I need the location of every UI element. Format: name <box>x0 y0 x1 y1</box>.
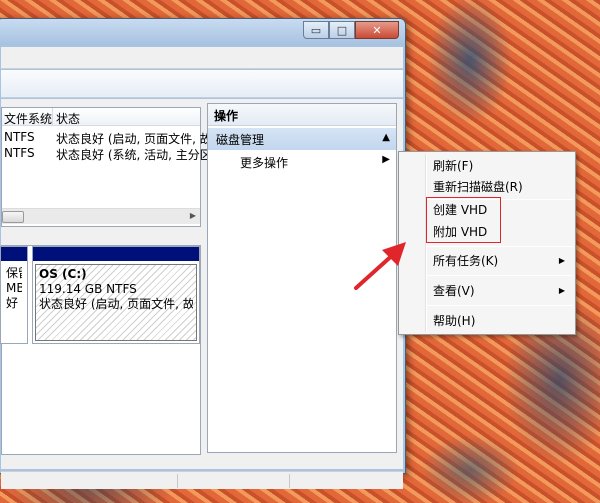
actions-section-disk-management[interactable]: 磁盘管理 ▲ <box>208 128 396 150</box>
horizontal-scrollbar[interactable]: ▶ <box>2 208 200 224</box>
menu-item-rescan-disks[interactable]: 重新扫描磁盘(R) <box>433 177 523 197</box>
menu-item-refresh[interactable]: 刷新(F) <box>433 156 473 176</box>
close-button[interactable]: ✕ <box>355 21 399 39</box>
disk-map: 保留 MB N 好 OS (C:) 119.14 GB NTFS 状态良好 (启… <box>0 245 201 455</box>
submenu-arrow-icon: ▶ <box>558 286 565 295</box>
title-bar[interactable]: ▭ □ ✕ <box>0 19 405 45</box>
partition-os-c[interactable]: OS (C:) 119.14 GB NTFS 状态良好 (启动, 页面文件, 故 <box>32 246 200 344</box>
partition-info: 保留 MB N 好 <box>3 264 25 341</box>
client-area: 文件系统 状态 NTFS 状态良好 (启动, 页面文件, 故 NTFS 状态良好… <box>0 99 403 469</box>
volume-list: 文件系统 状态 NTFS 状态良好 (启动, 页面文件, 故 NTFS 状态良好… <box>1 107 212 227</box>
menu-item-all-tasks[interactable]: 所有任务(K) <box>433 251 498 271</box>
partition-name: 保留 <box>6 266 22 280</box>
submenu-arrow-icon: ▶ <box>382 154 390 165</box>
column-header-filesystem[interactable]: 文件系统 <box>4 110 52 127</box>
collapse-up-icon[interactable]: ▲ <box>382 132 390 143</box>
status-bar <box>1 471 403 489</box>
toolbar <box>1 70 403 98</box>
partition-status: 好 <box>6 296 19 310</box>
disk-management-window: ▭ □ ✕ 文件系统 状态 NTFS 状态良好 (启动, 页面文件, 故 NTF… <box>0 18 406 489</box>
section-label: 磁盘管理 <box>216 133 265 147</box>
status-divider <box>177 474 178 488</box>
column-header-status[interactable]: 状态 <box>56 110 80 127</box>
menu-item-view[interactable]: 查看(V) <box>433 281 475 301</box>
partition-color-bar <box>1 247 27 261</box>
actions-title: 操作 <box>208 104 396 126</box>
volume-status: 状态良好 (系统, 活动, 主分区 <box>56 148 212 162</box>
partition-info: OS (C:) 119.14 GB NTFS 状态良好 (启动, 页面文件, 故 <box>35 264 197 341</box>
menu-separator <box>427 246 573 247</box>
menu-item-help[interactable]: 帮助(H) <box>433 311 475 331</box>
partition-size: MB N <box>6 281 22 295</box>
menu-bar <box>1 47 403 69</box>
submenu-arrow-icon: ▶ <box>558 256 565 265</box>
partition-status: 状态良好 (启动, 页面文件, 故 <box>39 297 193 311</box>
scrollbar-thumb[interactable] <box>2 211 24 223</box>
column-divider[interactable] <box>52 108 53 126</box>
menu-separator <box>427 305 573 306</box>
volume-list-header: 文件系统 状态 <box>2 108 200 126</box>
maximize-button[interactable]: □ <box>329 21 355 39</box>
volume-fs: NTFS <box>4 130 35 144</box>
partition-system-reserved[interactable]: 保留 MB N 好 <box>0 246 28 344</box>
status-divider <box>289 474 290 488</box>
caption-buttons: ▭ □ ✕ <box>303 21 399 39</box>
more-actions-item[interactable]: 更多操作 <box>240 154 288 171</box>
scroll-right-arrow-icon[interactable]: ▶ <box>190 211 196 220</box>
volume-fs: NTFS <box>4 146 35 160</box>
context-menu: 刷新(F) 重新扫描磁盘(R) 创建 VHD 附加 VHD 所有任务(K) ▶ … <box>398 151 576 335</box>
annotation-highlight-box <box>426 197 501 243</box>
partition-size: 119.14 GB NTFS <box>39 282 137 296</box>
menu-separator <box>427 275 573 276</box>
annotation-arrow-icon <box>354 242 406 290</box>
partition-name: OS (C:) <box>39 267 87 281</box>
minimize-button[interactable]: ▭ <box>303 21 329 39</box>
volume-status: 状态良好 (启动, 页面文件, 故 <box>56 132 212 146</box>
partition-color-bar <box>33 247 199 261</box>
